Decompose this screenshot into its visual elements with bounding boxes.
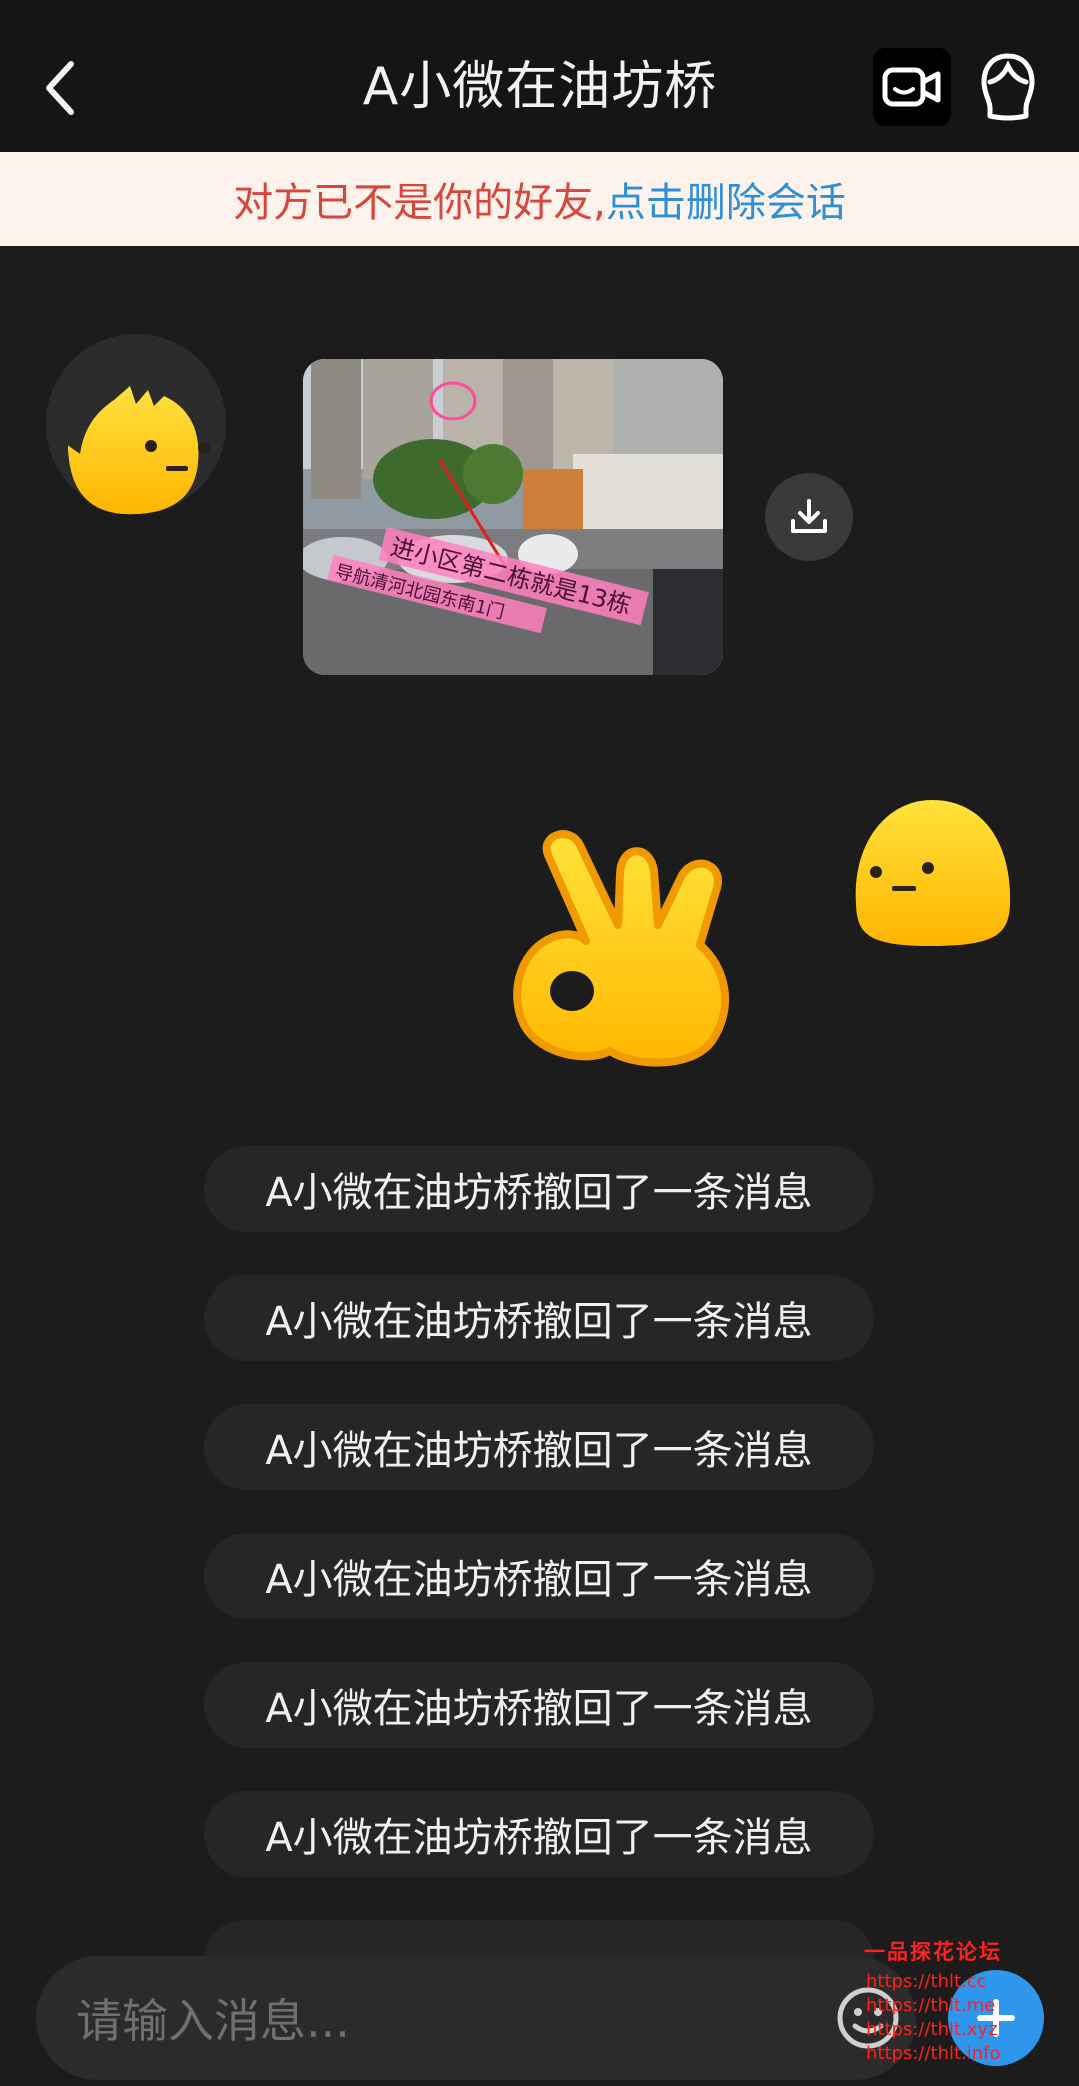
- delete-conversation-link[interactable]: 点击删除会话: [606, 170, 846, 228]
- profile-button[interactable]: [975, 48, 1041, 126]
- ok-hand-sticker[interactable]: [500, 815, 760, 1075]
- recall-notice-partial: [204, 1920, 874, 1960]
- video-camera-icon: [882, 67, 941, 107]
- girl-emoji-avatar-icon: [46, 334, 226, 515]
- chat-screen: A小微在油坊桥 对方已不是你的好友, 点击删除会话 进小区第二栋就是13栋 导航…: [0, 0, 1079, 2086]
- not-friend-notice: 对方已不是你的好友, 点击删除会话: [0, 152, 1079, 246]
- recall-notice: A小微在油坊桥撤回了一条消息: [204, 1791, 874, 1877]
- recall-notice: A小微在油坊桥撤回了一条消息: [204, 1275, 874, 1361]
- photo-message[interactable]: 进小区第二栋就是13栋 导航清河北园东南1门: [303, 359, 723, 675]
- forum-watermark: 一品探花论坛 https://thlt.cc https://thlt.me h…: [864, 1936, 1044, 2066]
- video-call-button[interactable]: [873, 48, 951, 126]
- chevron-left-icon: [46, 60, 74, 115]
- watermark-link: https://thlt.me: [866, 1995, 996, 2016]
- yellow-blob-avatar-icon: [855, 800, 1011, 946]
- watermark-title: 一品探花论坛: [864, 1940, 1002, 1964]
- user-profile-icon: [981, 53, 1035, 121]
- download-icon: [791, 499, 827, 533]
- chat-title: A小微在油坊桥: [362, 57, 718, 117]
- recall-notice: A小微在油坊桥撤回了一条消息: [204, 1146, 874, 1232]
- recall-notice: A小微在油坊桥撤回了一条消息: [204, 1662, 874, 1748]
- recall-notices: A小微在油坊桥撤回了一条消息 A小微在油坊桥撤回了一条消息 A小微在油坊桥撤回了…: [204, 1146, 874, 1960]
- recall-notice: A小微在油坊桥撤回了一条消息: [204, 1533, 874, 1619]
- watermark-link: https://thlt.info: [866, 2043, 1001, 2064]
- not-friend-text: 对方已不是你的好友,: [233, 180, 606, 226]
- contact-avatar[interactable]: [36, 334, 236, 524]
- download-button[interactable]: [765, 473, 853, 561]
- recall-notice: A小微在油坊桥撤回了一条消息: [204, 1404, 874, 1490]
- ok-hand-icon: [513, 830, 730, 1067]
- back-button[interactable]: [36, 50, 86, 125]
- message-input[interactable]: 请输入消息...: [36, 1956, 916, 2080]
- my-avatar[interactable]: [846, 794, 1016, 954]
- watermark-link: https://thlt.cc: [866, 1971, 987, 1992]
- watermark-link: https://thlt.xyz: [866, 2019, 998, 2040]
- street-photo: 进小区第二栋就是13栋 导航清河北园东南1门: [303, 359, 723, 675]
- top-nav-bar: A小微在油坊桥: [0, 0, 1079, 152]
